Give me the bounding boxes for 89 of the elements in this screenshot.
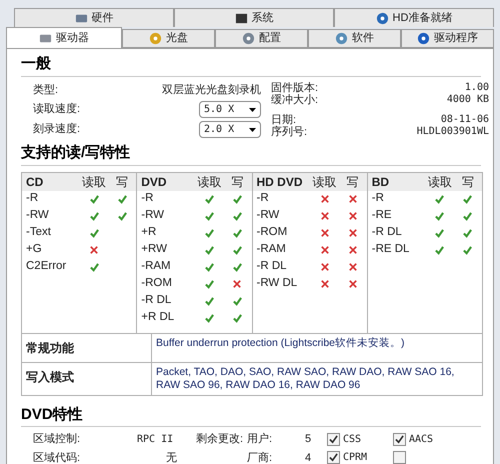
field-value: RPC II bbox=[137, 432, 174, 447]
disc-icon bbox=[149, 32, 162, 45]
format-label: -RAM bbox=[256, 242, 287, 258]
format-label: +G bbox=[26, 242, 43, 258]
row-label: 写入模式 bbox=[22, 362, 152, 394]
column-header: CD bbox=[26, 174, 44, 190]
info-icon bbox=[417, 32, 430, 45]
field-value: 1.00 bbox=[464, 82, 489, 94]
system-icon bbox=[234, 12, 248, 24]
format-label: C2Error bbox=[26, 259, 68, 274]
field-label: 固件版本: bbox=[271, 82, 318, 94]
column-header: 写 bbox=[230, 174, 244, 190]
drive-type-value: 双层蓝光光盘刻录机 bbox=[162, 82, 261, 98]
column-header: 写 bbox=[115, 174, 129, 190]
format-label: -Text bbox=[26, 225, 52, 240]
tab[interactable]: 系统 bbox=[174, 8, 334, 27]
field-label: 剩余更改: bbox=[194, 432, 244, 447]
tab[interactable]: 配置 bbox=[215, 29, 308, 48]
checkbox-label: CPRM bbox=[343, 451, 368, 464]
tab[interactable]: HD准备就绪 bbox=[334, 8, 494, 27]
tab[interactable]: 驱动程序 bbox=[401, 29, 494, 48]
format-label: +R bbox=[141, 225, 158, 240]
field-value: 08-11-06 bbox=[440, 114, 489, 126]
column-header: 写 bbox=[346, 174, 360, 190]
read-speed-dropdown[interactable]: 5.0 X bbox=[199, 101, 261, 118]
format-label: -RW bbox=[256, 208, 280, 224]
field-label: 序列号: bbox=[271, 126, 308, 138]
column-header: 读取 bbox=[81, 174, 107, 190]
format-label: -RW bbox=[26, 208, 50, 224]
dropdown-arrow-icon bbox=[249, 128, 256, 132]
column-header: 写 bbox=[460, 174, 475, 190]
format-label: -RAM bbox=[141, 259, 172, 274]
format-label: -ROM bbox=[256, 225, 288, 240]
section-heading: DVD特性 bbox=[21, 406, 83, 422]
software-icon bbox=[335, 32, 348, 45]
format-label: -ROM bbox=[141, 276, 173, 292]
column-header: 读取 bbox=[426, 174, 453, 190]
row-value: Packet, TAO, DAO, SAO, RAW SAO, RAW DAO, RAW SAO 16, RAW SAO 96, RAW DAO 16, RAW DAO 96 bbox=[155, 364, 456, 392]
format-label: -RW bbox=[141, 208, 166, 224]
column-header: BD bbox=[372, 174, 390, 190]
field-value: HLDL003901WL bbox=[416, 126, 489, 138]
column-header: 读取 bbox=[196, 174, 222, 190]
field-value: 5 bbox=[305, 432, 312, 447]
checkbox[interactable] bbox=[393, 432, 406, 446]
check-icon bbox=[395, 434, 404, 444]
row-value: Buffer underrun protection (Lightscribe软件未安装。) bbox=[155, 336, 406, 350]
format-label: -RE bbox=[372, 208, 393, 224]
field-label: 用户: bbox=[247, 432, 274, 447]
format-label: -R DL bbox=[141, 293, 172, 308]
format-label: -R bbox=[26, 191, 40, 206]
checkbox-label: AACS bbox=[409, 432, 434, 447]
field-label: 日期: bbox=[271, 114, 296, 126]
field-value: 4 bbox=[305, 450, 312, 464]
format-label: -R bbox=[141, 191, 154, 206]
format-label: -R bbox=[256, 191, 270, 206]
section-heading: 一般 bbox=[21, 55, 51, 72]
column-header: DVD bbox=[141, 174, 168, 190]
format-label: +RW bbox=[141, 242, 168, 258]
checkbox[interactable] bbox=[393, 451, 406, 464]
disc-icon bbox=[376, 12, 389, 24]
field-value: 无 bbox=[165, 450, 178, 464]
tab[interactable]: 硬件 bbox=[14, 8, 174, 27]
format-label: +R DL bbox=[141, 310, 176, 326]
format-label: -R bbox=[372, 191, 385, 206]
field-label: 类型: bbox=[33, 82, 58, 98]
field-label: 区域控制: bbox=[33, 432, 82, 447]
field-label: 厂商: bbox=[247, 450, 274, 464]
row-label: 常规功能 bbox=[22, 334, 152, 362]
dropdown-arrow-icon bbox=[249, 108, 256, 112]
tab[interactable]: 驱动器 bbox=[6, 27, 122, 48]
format-label: -R DL bbox=[372, 225, 403, 240]
field-label: 缓冲大小: bbox=[271, 94, 318, 106]
field-label: 区域代码: bbox=[33, 450, 82, 464]
format-label: -RW DL bbox=[256, 276, 298, 292]
format-label: -R DL bbox=[256, 259, 288, 274]
field-value: 4000 KB bbox=[446, 94, 489, 106]
section-heading: 支持的读/写特性 bbox=[21, 144, 130, 161]
field-label: 刻录速度: bbox=[33, 122, 80, 138]
checkbox[interactable] bbox=[327, 451, 340, 464]
settings-icon bbox=[242, 32, 255, 45]
tab[interactable]: 光盘 bbox=[122, 29, 215, 48]
tab[interactable]: 软件 bbox=[308, 29, 401, 48]
checkbox[interactable] bbox=[327, 432, 340, 446]
field-label: 读取速度: bbox=[33, 102, 80, 118]
column-header: 读取 bbox=[312, 174, 338, 190]
write-speed-dropdown[interactable]: 2.0 X bbox=[199, 121, 261, 138]
format-label: -RE DL bbox=[372, 242, 410, 258]
checkbox-label: CSS bbox=[343, 432, 362, 447]
column-header: HD DVD bbox=[256, 174, 304, 190]
